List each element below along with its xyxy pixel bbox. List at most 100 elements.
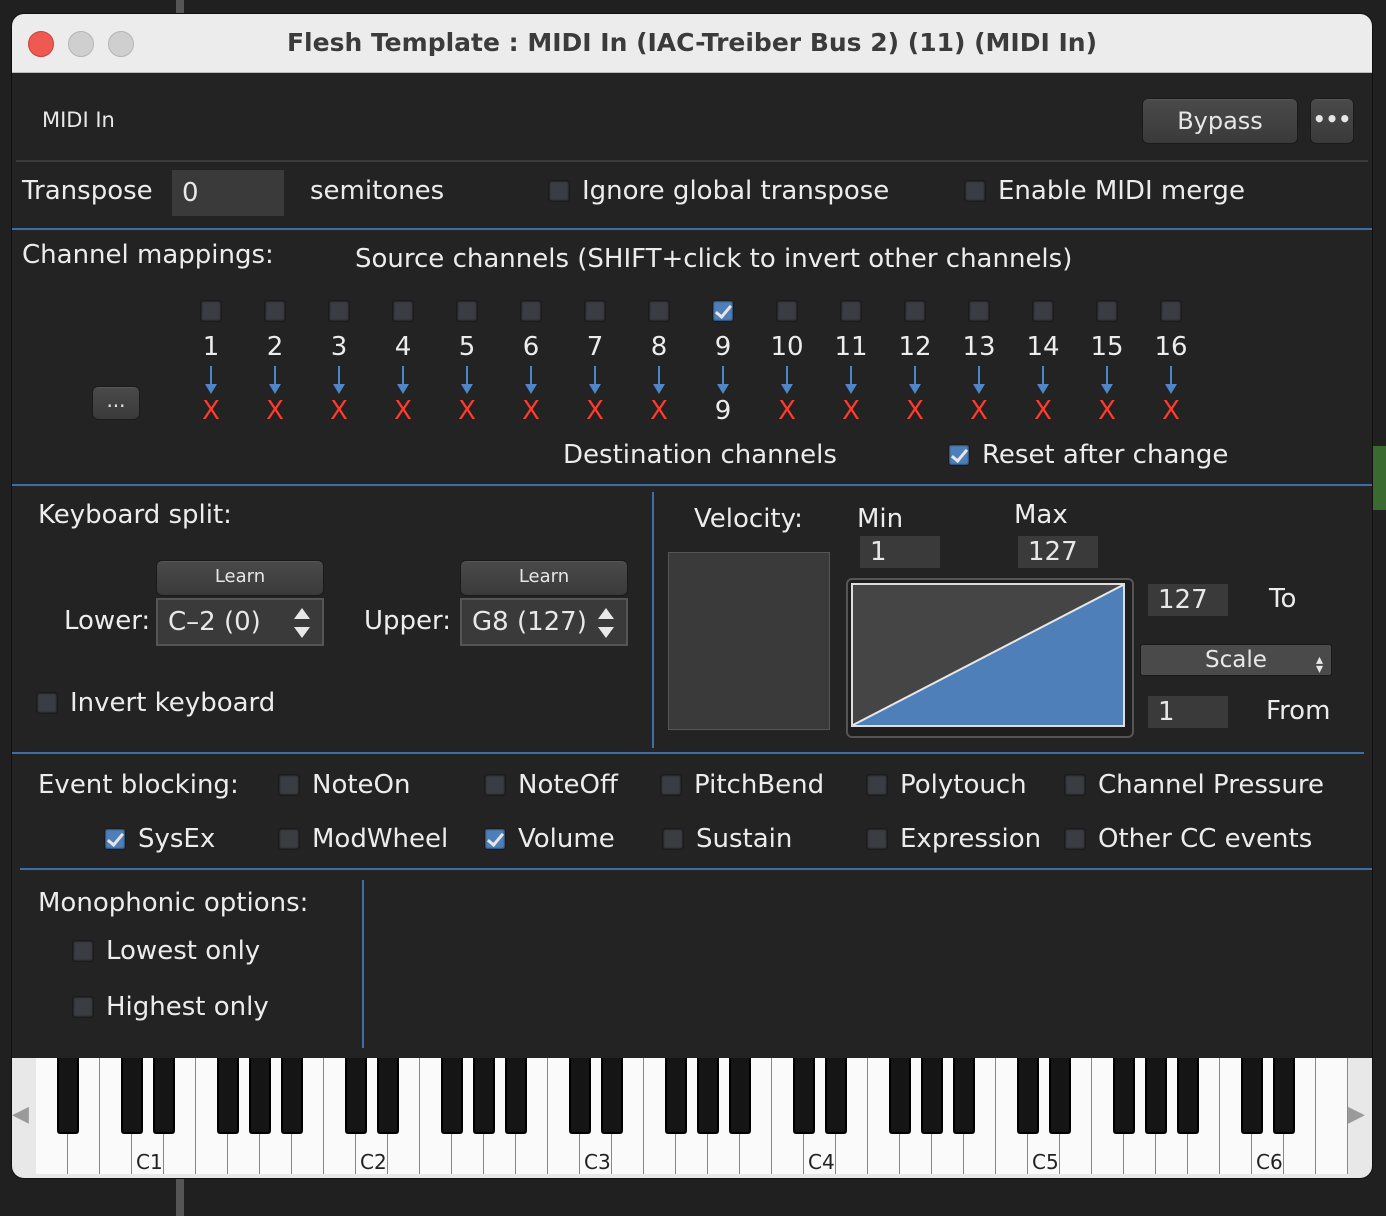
destination-channel-15[interactable]: X	[1087, 396, 1127, 426]
upper-key-stepper[interactable]: G8 (127)	[460, 598, 628, 646]
source-channel-5-checkbox[interactable]	[456, 300, 478, 322]
destination-channel-4[interactable]: X	[383, 396, 423, 426]
destination-channel-11[interactable]: X	[831, 396, 871, 426]
velocity-from-input[interactable]: 1	[1148, 696, 1228, 728]
destination-channel-12[interactable]: X	[895, 396, 935, 426]
black-key[interactable]	[1145, 1058, 1167, 1134]
black-key[interactable]	[697, 1058, 719, 1134]
bypass-button[interactable]: Bypass	[1142, 98, 1298, 144]
highest-only-checkbox[interactable]	[72, 996, 94, 1018]
destination-channel-16[interactable]: X	[1151, 396, 1191, 426]
transpose-input[interactable]: 0	[172, 170, 284, 216]
block-modwheel-checkbox[interactable]	[278, 828, 300, 850]
black-key[interactable]	[281, 1058, 303, 1134]
scroll-right-icon[interactable]: ▶	[1348, 1102, 1365, 1127]
block-other-cc-events-checkbox[interactable]	[1064, 828, 1086, 850]
piano-keyboard[interactable]: C1 C2 C3 C4 C5 C6 ◀ ▶	[12, 1058, 1372, 1178]
black-key[interactable]	[345, 1058, 367, 1134]
black-key[interactable]	[441, 1058, 463, 1134]
destination-channel-7[interactable]: X	[575, 396, 615, 426]
channel-more-button[interactable]: ...	[92, 386, 140, 420]
destination-channel-2[interactable]: X	[255, 396, 295, 426]
velocity-curve-frame[interactable]	[846, 578, 1134, 738]
destination-channel-8[interactable]: X	[639, 396, 679, 426]
black-key[interactable]	[729, 1058, 751, 1134]
black-key[interactable]	[57, 1058, 79, 1134]
black-key[interactable]	[377, 1058, 399, 1134]
source-channel-11-checkbox[interactable]	[840, 300, 862, 322]
title-bar[interactable]: Flesh Template : MIDI In (IAC-Treiber Bu…	[12, 14, 1372, 73]
black-key[interactable]	[1177, 1058, 1199, 1134]
enable-midi-merge-checkbox[interactable]	[964, 180, 986, 202]
ignore-global-transpose-checkbox[interactable]	[548, 180, 570, 202]
source-channel-15-checkbox[interactable]	[1096, 300, 1118, 322]
black-key[interactable]	[889, 1058, 911, 1134]
lower-learn-button[interactable]: Learn	[156, 560, 324, 596]
source-channel-9-checkbox[interactable]	[712, 300, 734, 322]
source-channel-12-checkbox[interactable]	[904, 300, 926, 322]
destination-channel-6[interactable]: X	[511, 396, 551, 426]
black-key[interactable]	[825, 1058, 847, 1134]
more-options-button[interactable]: •••	[1310, 98, 1354, 144]
source-channel-16-checkbox[interactable]	[1160, 300, 1182, 322]
black-key[interactable]	[121, 1058, 143, 1134]
white-key[interactable]	[1316, 1058, 1348, 1174]
lowest-only-checkbox[interactable]	[72, 940, 94, 962]
black-key[interactable]	[153, 1058, 175, 1134]
block-volume-checkbox[interactable]	[484, 828, 506, 850]
black-key[interactable]	[505, 1058, 527, 1134]
destination-channel-1[interactable]: X	[191, 396, 231, 426]
source-channel-13-checkbox[interactable]	[968, 300, 990, 322]
source-channel-6-checkbox[interactable]	[520, 300, 542, 322]
block-expression-checkbox[interactable]	[866, 828, 888, 850]
black-key[interactable]	[1241, 1058, 1263, 1134]
block-noteoff-checkbox[interactable]	[484, 774, 506, 796]
invert-keyboard-checkbox[interactable]	[36, 692, 58, 714]
source-channel-3-checkbox[interactable]	[328, 300, 350, 322]
black-key[interactable]	[473, 1058, 495, 1134]
black-key[interactable]	[793, 1058, 815, 1134]
black-key[interactable]	[1113, 1058, 1135, 1134]
velocity-curve-graph[interactable]	[848, 580, 1132, 736]
block-noteon-checkbox[interactable]	[278, 774, 300, 796]
destination-channel-14[interactable]: X	[1023, 396, 1063, 426]
black-key[interactable]	[217, 1058, 239, 1134]
block-sustain-checkbox[interactable]	[662, 828, 684, 850]
velocity-mode-select[interactable]: Scale ▴ ▾	[1140, 644, 1332, 677]
black-key[interactable]	[665, 1058, 687, 1134]
black-key[interactable]	[921, 1058, 943, 1134]
source-channel-7-checkbox[interactable]	[584, 300, 606, 322]
black-key[interactable]	[1017, 1058, 1039, 1134]
block-pitchbend-checkbox[interactable]	[660, 774, 682, 796]
source-channel-1-checkbox[interactable]	[200, 300, 222, 322]
block-sustain-label: Sustain	[696, 824, 793, 854]
velocity-to-input[interactable]: 127	[1148, 584, 1228, 616]
destination-channel-13[interactable]: X	[959, 396, 999, 426]
velocity-min-input[interactable]: 1	[860, 536, 940, 568]
lower-key-stepper[interactable]: C–2 (0)	[156, 598, 324, 646]
velocity-max-input[interactable]: 127	[1018, 536, 1098, 568]
block-channel-pressure-checkbox[interactable]	[1064, 774, 1086, 796]
velocity-meter	[668, 552, 830, 730]
reset-after-change-checkbox[interactable]	[948, 444, 970, 466]
destination-channel-3[interactable]: X	[319, 396, 359, 426]
source-channel-14-checkbox[interactable]	[1032, 300, 1054, 322]
destination-channel-5[interactable]: X	[447, 396, 487, 426]
black-key[interactable]	[1049, 1058, 1071, 1134]
source-channel-8-checkbox[interactable]	[648, 300, 670, 322]
black-key[interactable]	[249, 1058, 271, 1134]
source-channel-2-checkbox[interactable]	[264, 300, 286, 322]
black-key[interactable]	[953, 1058, 975, 1134]
block-sysex-checkbox[interactable]	[104, 828, 126, 850]
source-channel-10-checkbox[interactable]	[776, 300, 798, 322]
upper-learn-button[interactable]: Learn	[460, 560, 628, 596]
destination-channel-9[interactable]: 9	[703, 396, 743, 426]
scroll-left-icon[interactable]: ◀	[12, 1102, 29, 1127]
black-key[interactable]	[1273, 1058, 1295, 1134]
source-channel-4-checkbox[interactable]	[392, 300, 414, 322]
black-key[interactable]	[569, 1058, 591, 1134]
destination-channel-10[interactable]: X	[767, 396, 807, 426]
block-polytouch-checkbox[interactable]	[866, 774, 888, 796]
block-other-cc-events-label: Other CC events	[1098, 824, 1313, 854]
black-key[interactable]	[601, 1058, 623, 1134]
